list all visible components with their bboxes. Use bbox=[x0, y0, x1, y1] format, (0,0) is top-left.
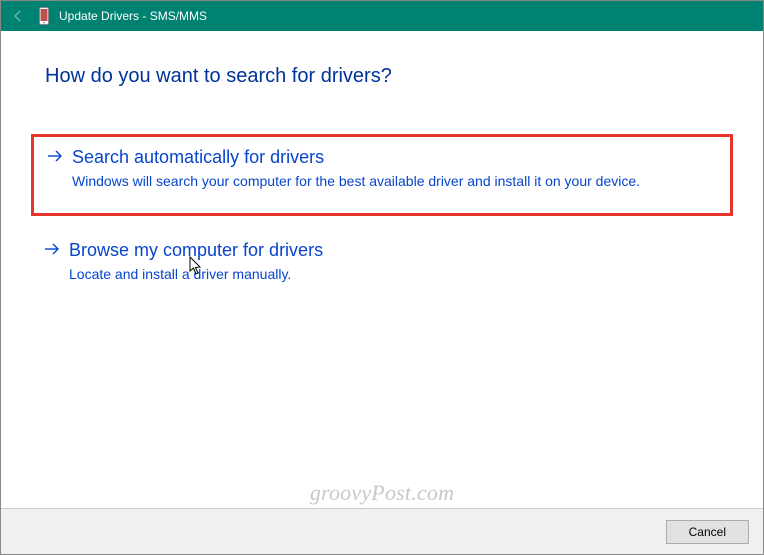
option-search-automatically[interactable]: Search automatically for drivers Windows… bbox=[31, 134, 733, 216]
content-area: How do you want to search for drivers? S… bbox=[1, 31, 763, 508]
back-arrow-icon[interactable] bbox=[7, 5, 29, 27]
option-title: Browse my computer for drivers bbox=[69, 240, 721, 261]
option-browse-computer[interactable]: Browse my computer for drivers Locate an… bbox=[31, 230, 733, 306]
arrow-right-icon bbox=[44, 147, 66, 168]
titlebar: Update Drivers - SMS/MMS bbox=[1, 1, 763, 31]
option-description: Windows will search your computer for th… bbox=[72, 172, 718, 191]
arrow-right-icon bbox=[41, 240, 63, 261]
option-description: Locate and install a driver manually. bbox=[69, 265, 721, 284]
cancel-button[interactable]: Cancel bbox=[666, 520, 749, 544]
option-title: Search automatically for drivers bbox=[72, 147, 718, 168]
footer: Cancel bbox=[1, 508, 763, 554]
phone-icon bbox=[37, 7, 51, 25]
page-heading: How do you want to search for drivers? bbox=[45, 65, 719, 88]
window-title: Update Drivers - SMS/MMS bbox=[59, 9, 207, 23]
